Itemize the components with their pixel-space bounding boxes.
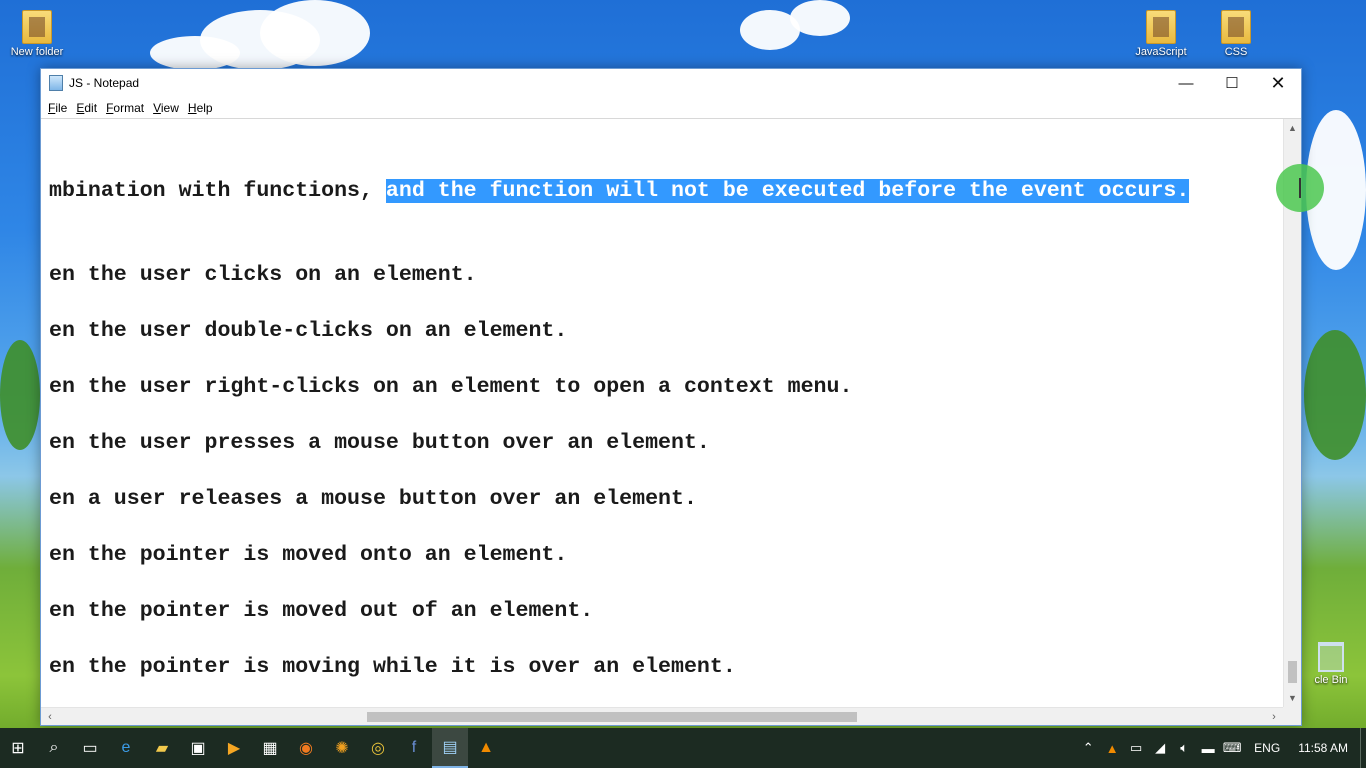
horizontal-scrollbar[interactable]: ‹ › — [41, 707, 1283, 725]
vlc-icon[interactable]: ▲ — [468, 728, 504, 768]
scroll-left-icon[interactable]: ‹ — [41, 708, 59, 726]
firefox-icon[interactable]: ◉ — [288, 728, 324, 768]
menu-view-label: iew — [160, 100, 179, 115]
desktop-icon-javascript[interactable]: JavaScript — [1126, 10, 1196, 58]
desktop-icon-recycle-bin[interactable]: cle Bin — [1296, 642, 1366, 686]
media-player-icon[interactable]: ▶ — [216, 728, 252, 768]
desktop-icon-label: CSS — [1224, 46, 1248, 58]
tree — [0, 340, 40, 450]
cloud — [260, 0, 370, 66]
line-text: en the user presses a mouse button over … — [49, 431, 710, 455]
text-line: en the pointer is moving while it is ove… — [49, 654, 736, 680]
desktop-icon-label: cle Bin — [1314, 674, 1348, 686]
folder-icon — [1146, 10, 1176, 44]
language-indicator[interactable]: ENG — [1244, 741, 1290, 755]
desktop-icon-label: JavaScript — [1135, 46, 1187, 58]
text-line: en the pointer is moved onto an element. — [49, 542, 567, 568]
menu-help-accel: H — [187, 100, 197, 115]
text-line: mbination with functions, and the functi… — [49, 178, 1190, 204]
folder-icon — [1221, 10, 1251, 44]
facebook-icon[interactable]: f — [396, 728, 432, 768]
notepad-taskbar-icon[interactable]: ▤ — [432, 728, 468, 768]
tree — [1304, 330, 1366, 460]
text-line: en the user presses a mouse button over … — [49, 430, 710, 456]
message-icon[interactable]: ▬ — [1196, 728, 1220, 768]
desktop-icon-new-folder[interactable]: New folder — [2, 10, 72, 58]
minimize-button[interactable]: — — [1163, 69, 1209, 97]
horizontal-scroll-thumb[interactable] — [367, 712, 857, 722]
network-icon[interactable]: ◢ — [1148, 728, 1172, 768]
menu-file[interactable]: File — [45, 99, 71, 117]
menu-format-label: ormat — [113, 100, 145, 115]
maximize-button[interactable]: ☐ — [1209, 69, 1255, 97]
edge-icon[interactable]: e — [108, 728, 144, 768]
taskbar: ⊞ ⌕ ▭ e ▰ ▣ ▶ ▦ ◉ ✺ ◎ f ▤ ▲ ⌃ ▲ ▭ ◢ 🔈︎ ▬… — [0, 728, 1366, 768]
text-line: en the user double-clicks on an element. — [49, 318, 567, 344]
line-text: en the pointer is moving while it is ove… — [49, 655, 736, 679]
clock[interactable]: 11:58 AM — [1290, 741, 1360, 755]
mouse-cursor-highlight — [1276, 164, 1324, 212]
menu-help[interactable]: Help — [185, 99, 217, 117]
line-text: en the pointer is moved out of an elemen… — [49, 599, 594, 623]
menu-format[interactable]: Format — [103, 99, 148, 117]
search-icon[interactable]: ⌕ — [36, 728, 72, 768]
text-line: en the user right-clicks on an element t… — [49, 374, 852, 400]
desktop-icon-css[interactable]: CSS — [1201, 10, 1271, 58]
scrollbar-corner — [1283, 707, 1301, 725]
title-bar[interactable]: JS - Notepad — ☐ ✕ — [41, 69, 1301, 97]
keyboard-icon[interactable]: ⌨ — [1220, 728, 1244, 768]
line-text: mbination with functions, — [49, 179, 386, 203]
task-view-icon[interactable]: ▭ — [72, 728, 108, 768]
window-title: JS - Notepad — [69, 76, 140, 90]
line-text: en the user double-clicks on an element. — [49, 319, 568, 343]
vlc-tray-icon[interactable]: ▲ — [1100, 728, 1124, 768]
scroll-right-icon[interactable]: › — [1265, 708, 1283, 726]
close-button[interactable]: ✕ — [1255, 69, 1301, 97]
store-icon[interactable]: ▣ — [180, 728, 216, 768]
scroll-down-icon[interactable]: ▼ — [1284, 689, 1301, 707]
video-editor-icon[interactable]: ▦ — [252, 728, 288, 768]
line-text: en a user releases a mouse button over a… — [49, 487, 697, 511]
selected-text: and the function will not be executed be… — [385, 179, 1190, 203]
text-line: en the pointer is moved out of an elemen… — [49, 598, 593, 624]
line-text: en the user right-clicks on an element t… — [49, 375, 853, 399]
text-line: en a user releases a mouse button over a… — [49, 486, 697, 512]
text-editor[interactable]: mbination with functions, and the functi… — [41, 119, 1283, 707]
notepad-window: JS - Notepad — ☐ ✕ File Edit Format View… — [40, 68, 1302, 726]
menu-edit[interactable]: Edit — [73, 99, 101, 117]
notepad-icon — [49, 75, 63, 91]
sun-app-icon[interactable]: ✺ — [324, 728, 360, 768]
battery-icon[interactable]: ▭ — [1124, 728, 1148, 768]
menu-help-label: elp — [196, 100, 213, 115]
cloud — [790, 0, 850, 36]
menu-view[interactable]: View — [150, 99, 183, 117]
file-explorer-icon[interactable]: ▰ — [144, 728, 180, 768]
line-text: en the user clicks on an element. — [49, 263, 477, 287]
menu-file-label: ile — [55, 100, 68, 115]
cloud — [150, 36, 240, 70]
menu-edit-label: dit — [84, 100, 98, 115]
menu-bar: File Edit Format View Help — [41, 97, 1301, 119]
line-text: en the pointer is moved onto an element. — [49, 543, 568, 567]
folder-icon — [22, 10, 52, 44]
desktop-icon-label: New folder — [10, 46, 64, 58]
recycle-bin-icon — [1318, 642, 1344, 672]
volume-icon[interactable]: 🔈︎ — [1172, 728, 1196, 768]
system-tray: ⌃ ▲ ▭ ◢ 🔈︎ ▬ ⌨ ENG 11:58 AM — [1076, 728, 1366, 768]
scroll-up-icon[interactable]: ▲ — [1284, 119, 1301, 137]
chrome-icon[interactable]: ◎ — [360, 728, 396, 768]
show-desktop-button[interactable] — [1360, 728, 1366, 768]
text-line: en the user clicks on an element. — [49, 262, 477, 288]
menu-view-accel: V — [153, 100, 161, 115]
chevron-up-icon[interactable]: ⌃ — [1076, 728, 1100, 768]
start-button[interactable]: ⊞ — [0, 728, 36, 768]
vertical-scroll-thumb[interactable] — [1288, 661, 1297, 683]
